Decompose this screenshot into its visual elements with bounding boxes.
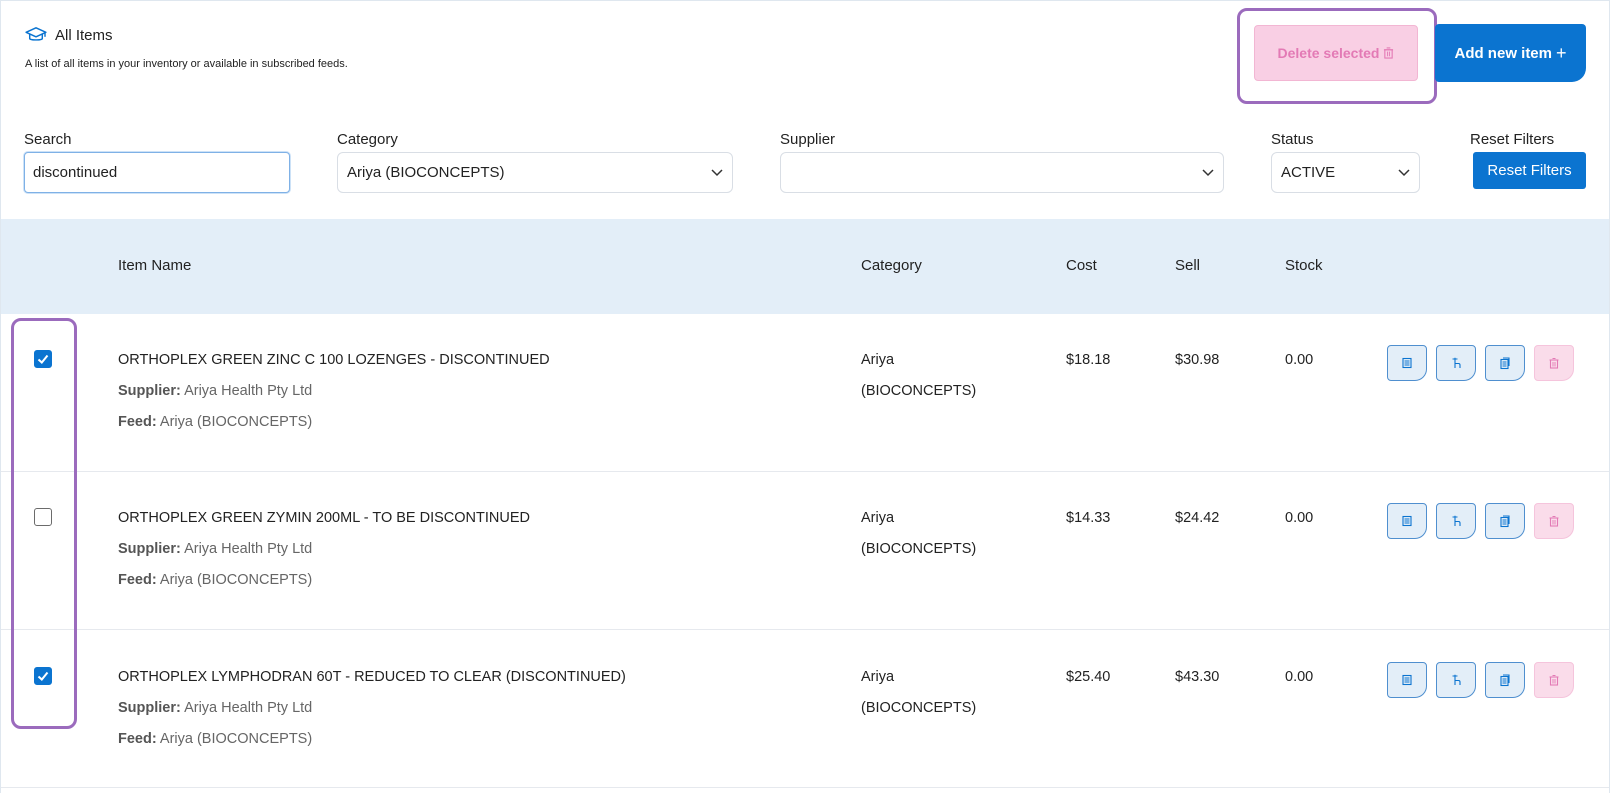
view-details-button[interactable] — [1387, 503, 1427, 539]
item-stock: 0.00 — [1285, 669, 1314, 685]
trash-icon — [1549, 357, 1559, 369]
supplier-label: Supplier: — [118, 383, 181, 399]
checkbox-highlight-box — [11, 318, 77, 729]
touch-icon — [1452, 674, 1461, 685]
title-row: All Items — [25, 26, 113, 44]
supplier-value: Ariya Health Pty Ltd — [184, 541, 313, 557]
item-category-line2: (BIOCONCEPTS) — [861, 700, 977, 716]
copy-icon — [1500, 674, 1510, 687]
delete-item-button[interactable] — [1534, 503, 1574, 539]
category-select-value: Ariya (BIOCONCEPTS) — [347, 164, 505, 181]
chevron-down-icon — [1398, 168, 1410, 176]
copy-item-button[interactable] — [1485, 345, 1525, 381]
feed-value: Ariya (BIOCONCEPTS) — [159, 572, 313, 588]
item-cost: $25.40 — [1066, 669, 1111, 685]
chevron-down-icon — [711, 168, 723, 176]
status-select[interactable]: ACTIVE — [1271, 152, 1420, 193]
supplier-label: Supplier: — [118, 700, 181, 716]
delete-selected-label: Delete selected — [1277, 45, 1380, 61]
details-icon — [1402, 515, 1412, 527]
item-cost: $14.33 — [1066, 510, 1111, 526]
details-icon — [1402, 674, 1412, 686]
feed-value: Ariya (BIOCONCEPTS) — [159, 414, 313, 430]
select-item-button[interactable] — [1436, 345, 1476, 381]
copy-item-button[interactable] — [1485, 503, 1525, 539]
feed-label: Feed: — [118, 572, 157, 588]
reset-filters-label: Reset Filters — [1470, 131, 1555, 148]
item-sell: $24.42 — [1175, 510, 1220, 526]
touch-icon — [1452, 357, 1461, 368]
add-new-item-label: Add new item — [1454, 44, 1552, 62]
item-stock: 0.00 — [1285, 352, 1314, 368]
view-details-button[interactable] — [1387, 662, 1427, 698]
item-supplier: Supplier: Ariya Health Pty Ltd — [118, 541, 312, 557]
status-filter-label: Status — [1271, 131, 1314, 148]
plus-icon: + — [1556, 42, 1567, 63]
graduation-cap-icon — [25, 27, 47, 41]
item-sell: $30.98 — [1175, 352, 1220, 368]
delete-item-button[interactable] — [1534, 345, 1574, 381]
supplier-label: Supplier: — [118, 541, 181, 557]
search-input[interactable] — [24, 152, 290, 193]
category-select[interactable]: Ariya (BIOCONCEPTS) — [337, 152, 733, 193]
supplier-value: Ariya Health Pty Ltd — [184, 383, 313, 399]
category-filter-label: Category — [337, 131, 398, 148]
item-supplier: Supplier: Ariya Health Pty Ltd — [118, 700, 312, 716]
add-new-item-button[interactable]: Add new item + — [1435, 24, 1586, 82]
select-item-button[interactable] — [1436, 662, 1476, 698]
item-name: ORTHOPLEX GREEN ZINC C 100 LOZENGES - DI… — [118, 352, 550, 368]
feed-label: Feed: — [118, 731, 157, 747]
column-header-category: Category — [861, 257, 922, 274]
search-label: Search — [24, 131, 72, 148]
reset-filters-button[interactable]: Reset Filters — [1473, 152, 1586, 189]
item-category: Ariya — [861, 510, 895, 526]
page-title: All Items — [55, 26, 113, 44]
chevron-down-icon — [1202, 168, 1214, 176]
trash-icon — [1549, 674, 1559, 686]
details-icon — [1402, 357, 1412, 369]
trash-icon — [1549, 515, 1559, 527]
delete-selected-button[interactable]: Delete selected — [1254, 25, 1418, 81]
item-feed: Feed: Ariya (BIOCONCEPTS) — [118, 414, 312, 430]
item-category: Ariya — [861, 352, 895, 368]
page-subtitle: A list of all items in your inventory or… — [25, 58, 348, 70]
supplier-value: Ariya Health Pty Ltd — [184, 700, 313, 716]
item-sell: $43.30 — [1175, 669, 1220, 685]
column-header-cost: Cost — [1066, 257, 1097, 274]
table-header — [1, 219, 1609, 314]
copy-icon — [1500, 515, 1510, 528]
status-select-value: ACTIVE — [1281, 164, 1336, 181]
item-category: Ariya — [861, 669, 895, 685]
select-item-button[interactable] — [1436, 503, 1476, 539]
copy-item-button[interactable] — [1485, 662, 1525, 698]
item-supplier: Supplier: Ariya Health Pty Ltd — [118, 383, 312, 399]
feed-label: Feed: — [118, 414, 157, 430]
item-category-line2: (BIOCONCEPTS) — [861, 383, 977, 399]
feed-value: Ariya (BIOCONCEPTS) — [159, 731, 313, 747]
item-name: ORTHOPLEX LYMPHODRAN 60T - REDUCED TO CL… — [118, 669, 626, 685]
item-feed: Feed: Ariya (BIOCONCEPTS) — [118, 572, 312, 588]
item-stock: 0.00 — [1285, 510, 1314, 526]
view-details-button[interactable] — [1387, 345, 1427, 381]
supplier-select[interactable] — [780, 152, 1224, 193]
column-header-item-name: Item Name — [118, 257, 192, 274]
supplier-filter-label: Supplier — [780, 131, 836, 148]
touch-icon — [1452, 515, 1461, 526]
delete-item-button[interactable] — [1534, 662, 1574, 698]
column-header-sell: Sell — [1175, 257, 1201, 274]
copy-icon — [1500, 357, 1510, 370]
item-feed: Feed: Ariya (BIOCONCEPTS) — [118, 731, 312, 747]
item-name: ORTHOPLEX GREEN ZYMIN 200ML - TO BE DISC… — [118, 510, 530, 526]
column-header-stock: Stock — [1285, 257, 1323, 274]
trash-icon — [1384, 47, 1394, 59]
item-cost: $18.18 — [1066, 352, 1111, 368]
item-category-line2: (BIOCONCEPTS) — [861, 541, 977, 557]
